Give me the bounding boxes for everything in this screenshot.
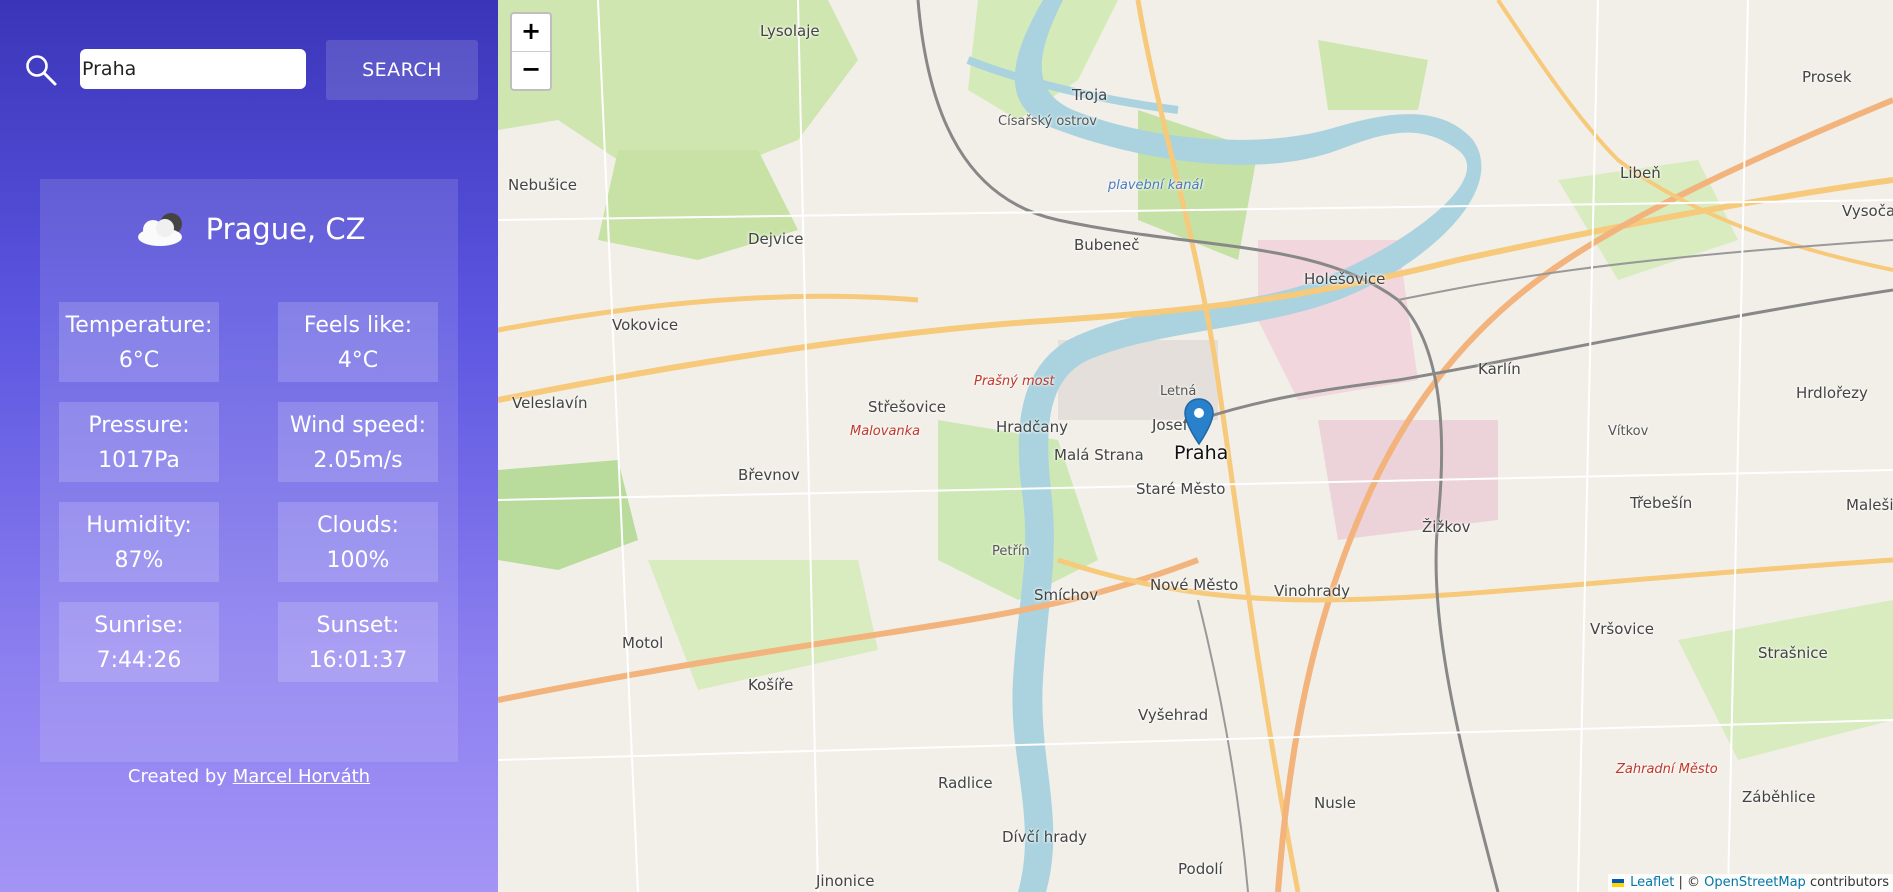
map-place-label: Lysolaje (760, 22, 820, 40)
leaflet-link[interactable]: Leaflet (1630, 875, 1674, 890)
map-place-label: Vršovice (1590, 620, 1654, 638)
humidity-label: Humidity: (86, 513, 192, 538)
city-name: Prague, CZ (205, 212, 366, 246)
zoom-control: + − (510, 12, 552, 91)
map-place-label: Nebušice (508, 176, 577, 194)
app-root: SEARCH Prague, CZ Temperature: 6°C Feels… (0, 0, 1893, 892)
openstreetmap-link[interactable]: OpenStreetMap (1704, 875, 1806, 890)
temperature-label: Temperature: (65, 313, 213, 338)
map-place-label: Nusle (1314, 794, 1356, 812)
attribution-separator: | © (1678, 875, 1700, 890)
map-place-label: Holešovice (1304, 270, 1386, 288)
map-place-label: Dívčí hrady (1002, 828, 1088, 846)
wind-speed-label: Wind speed: (289, 413, 427, 438)
map-place-label: Letná (1160, 384, 1197, 399)
map-place-label: Žižkov (1422, 518, 1471, 536)
map-place-label: Malovanka (850, 424, 921, 439)
credit-prefix: Created by (127, 766, 227, 787)
map-place-label: Veleslavín (512, 394, 588, 412)
map-place-label: Bubeneč (1074, 236, 1140, 254)
map-place-label: Hrdlořezy (1796, 384, 1868, 402)
author-link[interactable]: Marcel Horváth (233, 766, 370, 787)
credit-footer: Created by Marcel Horváth (0, 766, 498, 787)
map-place-label: Vinohrady (1274, 582, 1351, 600)
map-place-label: Břevnov (738, 466, 800, 484)
map-view[interactable]: Lysolaje Troja Prosek Libeň Vysočany Neb… (498, 0, 1893, 892)
search-bar: SEARCH (20, 40, 478, 100)
sunset-value: 16:01:37 (308, 648, 408, 673)
map-place-label: Zahradní Město (1616, 762, 1718, 777)
map-place-label: Petřín (992, 544, 1030, 559)
feels-like-label: Feels like: (303, 313, 413, 338)
map-place-label: Vysočany (1842, 202, 1893, 220)
search-button[interactable]: SEARCH (326, 40, 478, 100)
map-place-label: Malá Strana (1054, 446, 1144, 464)
map-place-label: Střešovice (868, 398, 946, 416)
map-place-label: Vítkov (1608, 424, 1649, 439)
pressure-stat: Pressure: 1017Pa (59, 402, 219, 482)
zoom-out-button[interactable]: − (512, 52, 550, 89)
map-place-label: Karlín (1478, 360, 1521, 378)
feels-like-value: 4°C (337, 348, 379, 373)
map-attribution: Leaflet | © OpenStreetMap contributors (1607, 874, 1893, 892)
map-place-label: Nové Město (1150, 576, 1239, 594)
map-place-label: Vokovice (612, 316, 679, 334)
city-search-input[interactable] (80, 49, 306, 89)
pressure-value: 1017Pa (98, 448, 180, 473)
map-place-label: Staré Město (1136, 480, 1226, 498)
sunrise-value: 7:44:26 (96, 648, 182, 673)
map-place-label: Třebešín (1630, 494, 1693, 512)
search-icon[interactable] (24, 53, 58, 87)
wind-speed-stat: Wind speed: 2.05m/s (278, 402, 438, 482)
clouds-label: Clouds: (317, 513, 399, 538)
map-place-label: Hradčany (996, 418, 1068, 436)
feels-like-stat: Feels like: 4°C (278, 302, 438, 382)
cloudy-icon (137, 213, 182, 246)
map-place-label: Josef (1152, 416, 1188, 434)
map-place-label: Prašný most (974, 374, 1055, 389)
map-place-label: Záběhlice (1742, 788, 1816, 806)
map-place-label: Prosek (1802, 68, 1852, 86)
weather-sidebar: SEARCH Prague, CZ Temperature: 6°C Feels… (0, 0, 498, 892)
sunrise-stat: Sunrise: 7:44:26 (59, 602, 219, 682)
map-place-label: Malešic (1846, 496, 1893, 514)
sunset-label: Sunset: (316, 613, 400, 638)
temperature-value: 6°C (118, 348, 160, 373)
map-place-label: Vyšehrad (1138, 706, 1209, 724)
map-place-label: Podolí (1178, 860, 1223, 878)
map-place-label: Troja (1072, 86, 1108, 104)
ukraine-flag-icon (1611, 878, 1624, 887)
sunset-stat: Sunset: 16:01:37 (278, 602, 438, 682)
map-place-label: Košíře (748, 676, 794, 694)
map-place-label: Libeň (1620, 164, 1661, 182)
clouds-value: 100% (326, 548, 390, 573)
map-place-label: Smíchov (1034, 586, 1099, 604)
pressure-label: Pressure: (88, 413, 190, 438)
map-place-label: Strašnice (1758, 644, 1828, 662)
clouds-stat: Clouds: 100% (278, 502, 438, 582)
map-place-label: Císařský ostrov (998, 114, 1097, 129)
humidity-value: 87% (114, 548, 164, 573)
map-place-label: Dejvice (748, 230, 804, 248)
wind-speed-value: 2.05m/s (313, 448, 403, 473)
map-place-label: Radlice (938, 774, 993, 792)
attribution-suffix: contributors (1809, 875, 1889, 890)
map-place-label: Jinonice (816, 872, 875, 890)
weather-card-header: Prague, CZ (40, 209, 458, 249)
zoom-in-button[interactable]: + (512, 14, 550, 52)
map-place-label: Motol (622, 634, 664, 652)
humidity-stat: Humidity: 87% (59, 502, 219, 582)
sunrise-label: Sunrise: (94, 613, 184, 638)
map-place-label: plavební kanál (1108, 178, 1204, 193)
temperature-stat: Temperature: 6°C (59, 302, 219, 382)
weather-card: Prague, CZ Temperature: 6°C Feels like: … (40, 179, 458, 762)
map-pin-icon[interactable] (1184, 398, 1214, 446)
